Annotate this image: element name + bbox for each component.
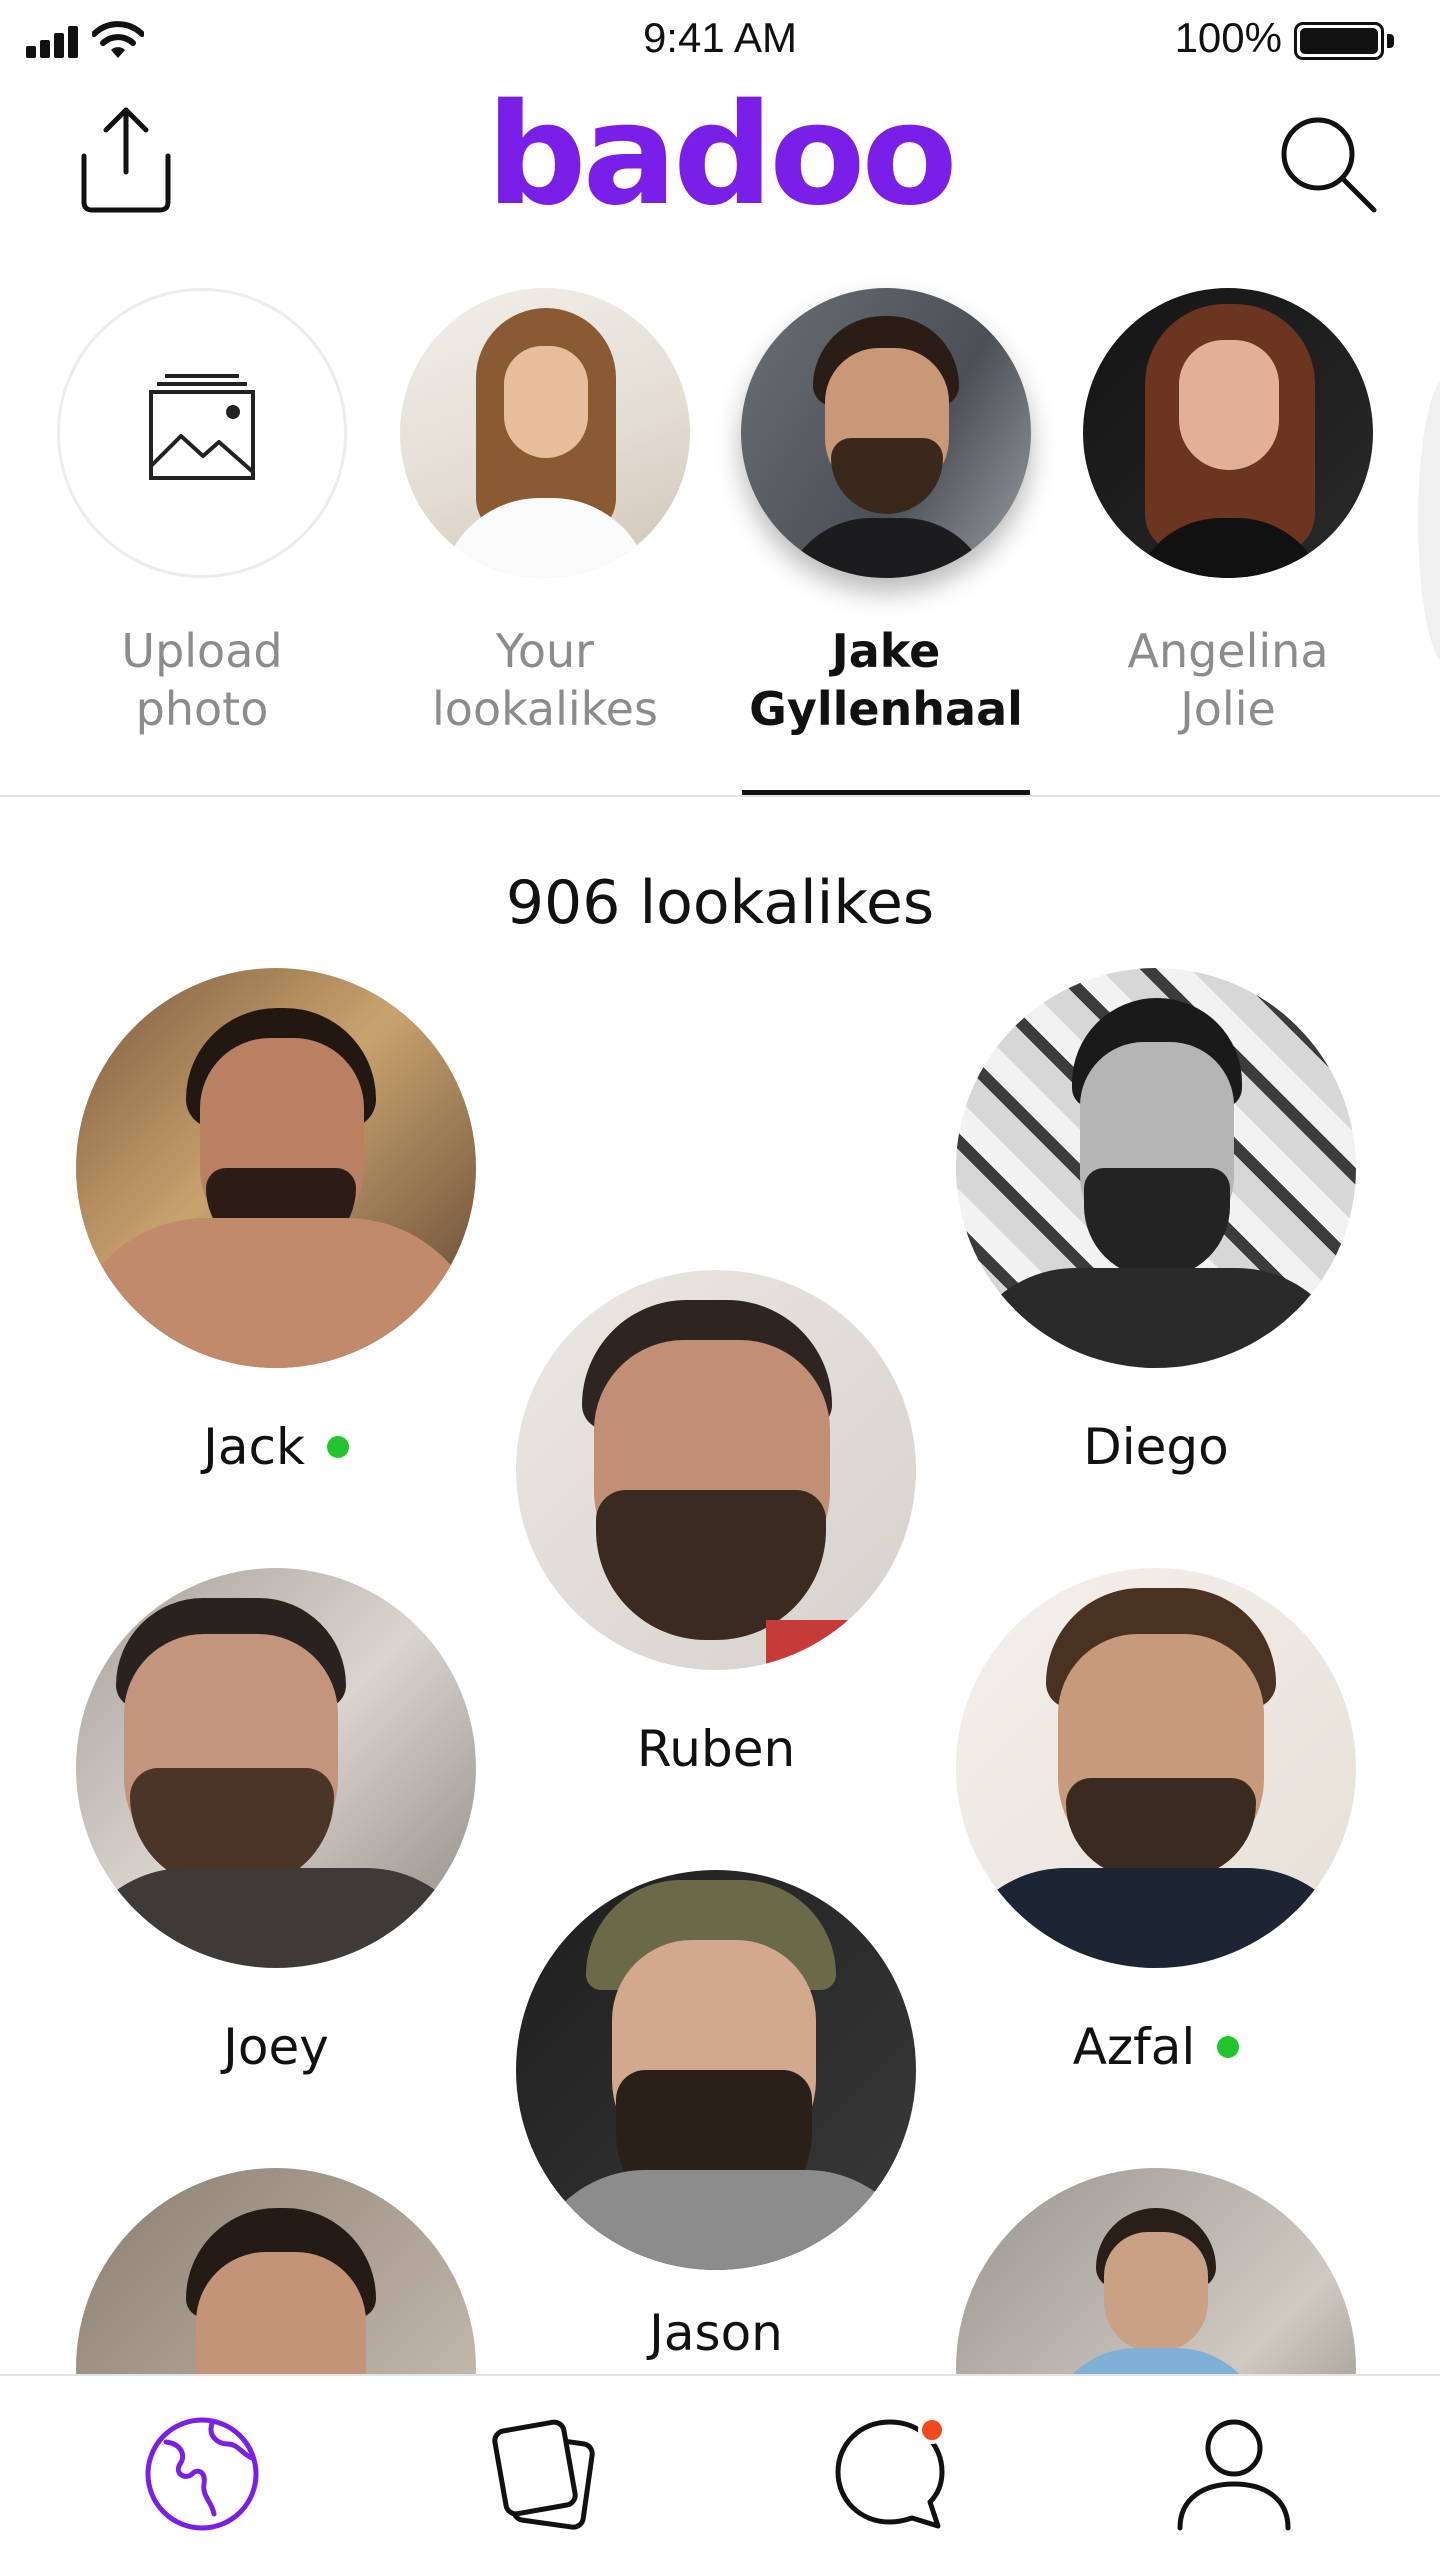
search-icon[interactable] xyxy=(1274,110,1384,220)
tab-jake-gyllenhaal[interactable]: Jake Gyllenhaal xyxy=(736,288,1036,738)
tab-your-lookalikes[interactable]: Your lookalikes xyxy=(395,288,695,738)
avatar[interactable] xyxy=(76,1568,476,1968)
nav-messages[interactable] xyxy=(830,2414,950,2534)
tab-upload-photo[interactable]: Upload photo xyxy=(52,288,352,738)
avatar[interactable] xyxy=(956,968,1356,1368)
lookalike-card-jason[interactable]: Jason xyxy=(516,1870,916,2362)
tab-angelina-jolie[interactable]: Angelina Jolie xyxy=(1078,288,1378,738)
battery-tip xyxy=(1387,34,1394,48)
status-bar: 9:41 AM 100% xyxy=(0,0,1440,84)
header: badoo xyxy=(0,74,1440,274)
lookalike-card-joey[interactable]: Joey xyxy=(76,1568,476,2076)
tabs-divider xyxy=(0,795,1440,797)
lookalike-count: 906 lookalikes xyxy=(505,868,935,938)
lookalike-name: Diego xyxy=(1083,1418,1229,1476)
battery-icon xyxy=(1294,22,1384,60)
lookalike-name: Joey xyxy=(223,2018,329,2076)
lookalike-card-azfal[interactable]: Azfal xyxy=(956,1568,1356,2076)
celebrity-tabs: Upload photo Your lookalikes Jake Gyllen… xyxy=(0,280,1440,800)
avatar[interactable] xyxy=(76,968,476,1368)
avatar[interactable] xyxy=(400,288,690,578)
tab-label: Your lookalikes xyxy=(432,624,658,736)
online-indicator xyxy=(326,1436,349,1458)
cards-icon[interactable] xyxy=(486,2414,606,2534)
lookalike-name: Jack xyxy=(76,1418,476,1476)
globe-icon[interactable] xyxy=(142,2414,262,2534)
tab-label: Jake Gyllenhaal xyxy=(749,624,1023,736)
online-indicator xyxy=(1217,2036,1240,2058)
avatar[interactable] xyxy=(1083,288,1373,578)
person-icon[interactable] xyxy=(1174,2414,1294,2534)
next-tab-peek xyxy=(1418,376,1440,666)
avatar[interactable] xyxy=(956,1568,1356,1968)
battery-percent: 100% xyxy=(1174,14,1282,61)
lookalike-card-diego[interactable]: Diego xyxy=(956,968,1356,1476)
lookalike-card-ruben[interactable]: Ruben xyxy=(516,1270,916,1778)
lookalike-name: Ruben xyxy=(636,1720,796,1778)
tab-label: Upload photo xyxy=(121,624,283,736)
avatar[interactable] xyxy=(741,288,1031,578)
lookalike-name: Jason xyxy=(649,2304,783,2362)
lookalike-name: Azfal xyxy=(956,2018,1356,2076)
image-icon xyxy=(149,374,255,480)
avatar[interactable] xyxy=(516,1870,916,2270)
tab-label: Angelina Jolie xyxy=(1127,624,1329,736)
bottom-nav xyxy=(0,2374,1440,2560)
avatar[interactable] xyxy=(516,1270,916,1670)
notification-badge xyxy=(918,2416,946,2444)
upload-circle[interactable] xyxy=(57,288,347,578)
app-logo: badoo xyxy=(486,74,957,237)
lookalike-card-jack[interactable]: Jack xyxy=(76,968,476,1476)
